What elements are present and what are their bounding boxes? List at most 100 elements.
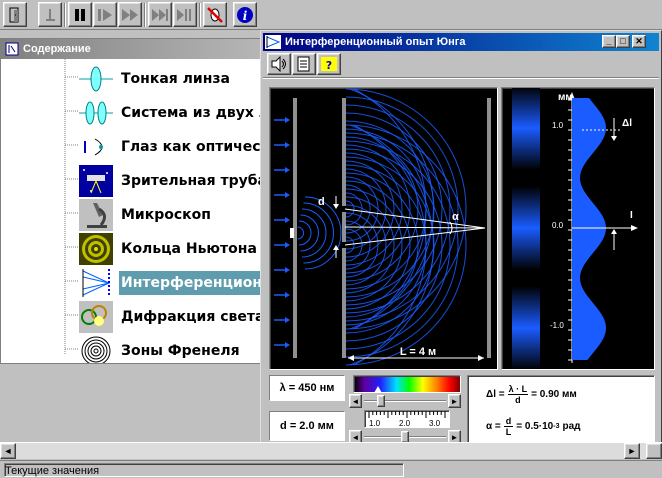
toc-item-diffraction[interactable]: Дифракция света [79,301,269,333]
axis-unit: мм [558,92,573,103]
eye-icon [79,131,113,163]
sound-toggle-button[interactable] [203,2,227,27]
simulation-window: Интерференционный опыт Юнга _ □ ✕ ? d α … [260,30,662,456]
toc-item-telescope[interactable]: Зрительная труба К [79,165,270,197]
incident-light-arrows [274,117,290,348]
fast-forward-button[interactable] [118,2,142,27]
delta-lhs: Δl = [486,389,505,400]
toolbar: i [0,0,662,30]
lambda-slider-right[interactable]: ► [448,394,461,408]
interference-pattern-panel: мм 1.0 0.0 -1.0 Δl I [501,86,655,370]
lambda-slider[interactable]: ◄ ► [349,394,461,408]
scene-drawing: d α L = 4 м [274,88,491,366]
toc-item-interference[interactable]: Интерференционны [79,267,269,299]
results-panel: Δl = λ · L d = 0.90 мм α = d L = 0.5·10-… [467,375,655,443]
maximize-icon: □ [620,36,626,46]
info-button[interactable]: i [233,2,257,27]
horizontal-scrollbar[interactable]: ◄ ► [0,442,662,459]
fringe-band [512,286,540,370]
close-button[interactable]: ✕ [632,35,646,48]
delta-numerator: λ · L [507,384,529,395]
experiment-scene: d α L = 4 м [269,87,498,370]
toolbar-divider [263,77,659,79]
tick-label-mid: 0.0 [552,221,564,230]
double-slit-screen-top [342,98,346,206]
lambda-slider-left[interactable]: ◄ [349,394,362,408]
tree-lines [64,59,79,355]
delta-l-label: Δl [622,118,632,129]
help-icon: ? [321,57,337,72]
incident-arrowhead [285,267,290,273]
slit-wavefront [345,172,419,318]
contents-book-icon [5,42,19,56]
window-title: Интерференционный опыт Юнга [285,36,466,48]
incident-arrowhead [285,292,290,298]
sound-icon [271,56,286,72]
thin-lens-icon [79,63,113,95]
step-button[interactable] [148,2,172,27]
wavelength-marker [374,386,382,393]
incident-arrowhead [285,117,290,123]
fringe-band [512,86,540,170]
incident-arrowhead [285,217,290,223]
sound-off-icon [207,6,223,23]
close-icon: ✕ [635,36,643,46]
toc-item-label: Зрительная труба К [121,173,270,189]
maximize-button[interactable]: □ [616,35,630,48]
minimize-icon: _ [606,36,612,46]
toc-item-newton-rings[interactable]: Кольца Ньютона [79,233,269,265]
source-wavefront [298,220,312,246]
toc-item-two-lens-system[interactable]: Система из двух ли [79,97,269,129]
scroll-left-button[interactable]: ◄ [0,443,16,459]
minimize-button[interactable]: _ [602,35,616,48]
pattern-drawing: мм 1.0 0.0 -1.0 Δl I [512,86,638,370]
diffraction-icon [79,301,113,333]
tick-label-top: 1.0 [552,121,564,130]
document-button[interactable] [292,53,316,75]
distance-label: L = 4 м [400,346,436,358]
window-app-icon [265,35,281,49]
telescope-icon [79,165,113,197]
arrow-right-icon: ► [450,432,459,442]
reset-button[interactable] [38,2,62,27]
scroll-right-button[interactable]: ► [624,443,640,459]
arrow-right-icon: ► [627,446,637,456]
alpha-fraction: d L [503,416,514,437]
sound-button[interactable] [267,53,291,75]
exit-icon [9,7,19,22]
toc-item-fresnel-zones[interactable]: Зоны Френеля [79,335,269,363]
arrow-right-icon: ► [450,396,459,406]
status-text: Текущие значения [4,463,404,477]
help-button[interactable]: ? [317,53,341,75]
alpha-label: α [452,211,459,223]
fresnel-zones-icon [79,335,113,363]
toc-item-microscope[interactable]: Микроскоп [79,199,269,231]
exit-button[interactable] [3,2,27,27]
toc-item-label: Дифракция света [121,309,265,325]
toc-item-label: Тонкая линза [121,71,230,87]
d-label: d [318,196,325,208]
alpha-denominator: L [505,427,512,437]
window-title-bar[interactable]: Интерференционный опыт Юнга _ □ ✕ [263,33,659,51]
toolbar-separator [144,3,146,27]
toc-item-thin-lens[interactable]: Тонкая линза [79,63,269,95]
d-value-box: d = 2.0 мм [269,411,345,441]
step-forward-button[interactable] [93,2,117,27]
document-icon [297,56,310,72]
toolbar-separator [64,3,66,27]
lambda-slider-thumb[interactable] [376,395,385,407]
toc-item-label: Кольца Ньютона [121,241,257,257]
reset-icon [46,8,55,21]
toolbar-separator [199,3,201,27]
axis-ticks [568,99,572,361]
incident-arrowhead [285,342,290,348]
step-bars-button[interactable] [173,2,197,27]
pause-button[interactable] [68,2,92,27]
interference-icon [79,267,113,299]
toc-item-eye[interactable]: Глаз как оптический [79,131,269,163]
d-value: d = 2.0 мм [280,420,334,432]
svg-text:i: i [243,9,248,23]
alpha-lhs: α = [486,421,501,432]
alpha-unit: рад [562,421,581,432]
incident-arrowhead [285,317,290,323]
